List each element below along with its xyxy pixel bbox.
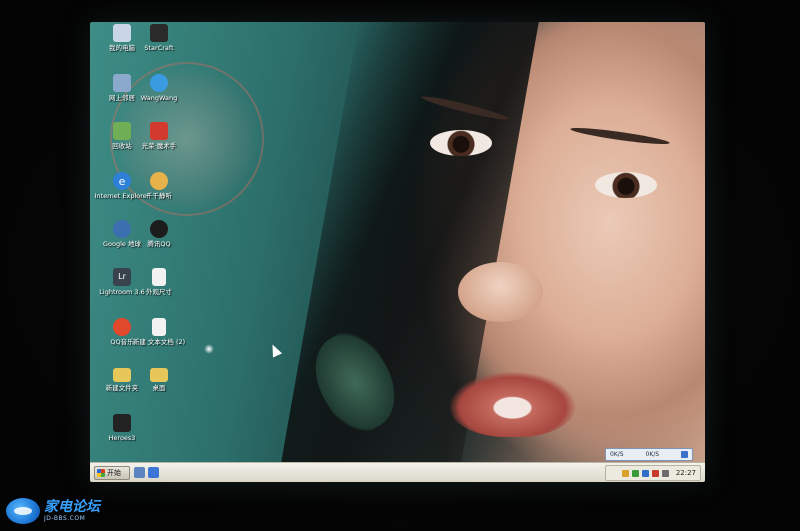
desktop-icon-label: 桌面 <box>152 384 166 392</box>
folder-icon <box>113 368 131 382</box>
desktop-icon-grid: 我的电脑 StarCraft 网上邻居 WangWang 回收站 光荣·魔术手 … <box>90 22 705 462</box>
network-icon <box>681 451 688 458</box>
desktop-icon-wangwang[interactable]: WangWang <box>130 74 188 118</box>
wangwang-icon <box>150 74 168 92</box>
desktop-icon-label: WangWang <box>140 94 178 102</box>
desktop-icon-label: 新建 文本文档 (2) <box>132 338 186 346</box>
document-icon <box>152 268 166 286</box>
forum-logo-icon <box>6 498 40 524</box>
desktop-icon-label: 千千静听 <box>146 192 172 200</box>
watermark-title: 家电论坛 <box>44 499 100 515</box>
desktop-icon-label: Heroes3 <box>108 434 136 442</box>
desktop-icon-photo-tool[interactable]: 光荣·魔术手 <box>130 122 188 166</box>
desktop-icon-music-player[interactable]: 千千静听 <box>130 172 188 216</box>
recycle-bin-icon <box>113 122 131 140</box>
google-earth-icon <box>113 220 131 238</box>
text-file-icon <box>152 318 166 336</box>
desktop-icon-label: StarCraft <box>144 44 174 52</box>
desktop-icon-desktop-folder[interactable]: 桌面 <box>130 368 188 412</box>
music-player-icon <box>150 172 168 190</box>
desktop-icon-qq[interactable]: 腾讯QQ <box>130 220 188 264</box>
heroes-icon <box>113 414 131 432</box>
upload-speed: 0K/S <box>610 451 624 458</box>
internet-explorer-icon: e <box>113 172 131 190</box>
taskbar: 开始 22:27 <box>90 462 705 482</box>
monitor-screen: 我的电脑 StarCraft 网上邻居 WangWang 回收站 光荣·魔术手 … <box>90 22 705 482</box>
desktop-icon-label: 外观尺寸 <box>146 288 172 296</box>
windows-logo-icon <box>97 469 105 477</box>
system-tray: 22:27 <box>605 465 701 481</box>
watermark-subtitle: JD-BBS.COM <box>44 515 86 522</box>
desktop-icon-heroes3[interactable]: Heroes3 <box>93 414 151 458</box>
my-computer-icon <box>113 24 131 42</box>
qq-music-icon <box>113 318 131 336</box>
desktop-icon-label: 光荣·魔术手 <box>141 142 177 150</box>
download-speed: 0K/S <box>645 451 660 458</box>
desktop-icon-starcraft[interactable]: StarCraft <box>130 24 188 68</box>
desktop-icon-label: 腾讯QQ <box>147 240 171 248</box>
network-places-icon <box>113 74 131 92</box>
taskbar-clock[interactable]: 22:27 <box>676 469 696 477</box>
quicklaunch-desktop-icon[interactable] <box>134 467 145 478</box>
tray-app-icon[interactable] <box>631 469 639 477</box>
desktop-icon-document[interactable]: 外观尺寸 <box>130 268 188 312</box>
network-speed-widget[interactable]: 0K/S 0K/S <box>605 448 693 461</box>
quicklaunch-ie-icon[interactable] <box>148 467 159 478</box>
folder-icon <box>150 368 168 382</box>
volume-icon[interactable] <box>661 469 669 477</box>
start-button-label: 开始 <box>107 469 121 477</box>
tray-app-icon[interactable] <box>641 469 649 477</box>
starcraft-icon <box>150 24 168 42</box>
start-button[interactable]: 开始 <box>94 466 130 480</box>
lightroom-icon: Lr <box>113 268 131 286</box>
tray-app-icon[interactable] <box>621 469 629 477</box>
desktop-icon-text-file[interactable]: 新建 文本文档 (2) <box>130 318 188 362</box>
photo-tool-icon <box>150 122 168 140</box>
tray-app-icon[interactable] <box>651 469 659 477</box>
forum-watermark: 家电论坛 JD-BBS.COM <box>6 496 131 526</box>
mouse-cursor <box>267 342 283 358</box>
qq-icon <box>150 220 168 238</box>
